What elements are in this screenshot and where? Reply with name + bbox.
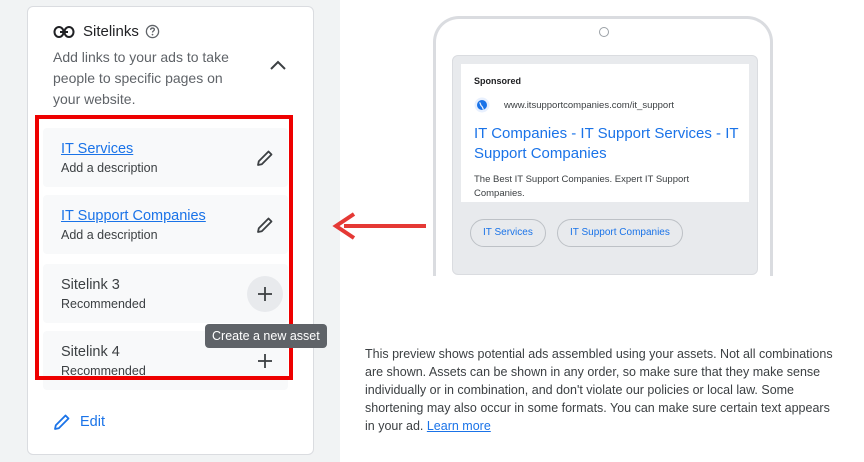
sitelink-title: Sitelink 3 bbox=[61, 277, 120, 293]
preview-disclaimer: This preview shows potential ads assembl… bbox=[365, 345, 835, 435]
ad-url: www.itsupportcompanies.com/it_support bbox=[504, 100, 675, 111]
help-icon[interactable] bbox=[145, 24, 160, 39]
sitelink-description: Add a description bbox=[61, 228, 158, 242]
sitelink-description: Add a description bbox=[61, 161, 158, 175]
plus-icon bbox=[258, 354, 272, 368]
left-column: Sitelinks Add links to your ads to take … bbox=[0, 0, 340, 462]
collapse-button[interactable] bbox=[264, 51, 292, 79]
pencil-icon bbox=[257, 150, 273, 166]
sitelinks-card: Sitelinks Add links to your ads to take … bbox=[27, 6, 314, 455]
sitelink-chip[interactable]: IT Support Companies bbox=[557, 219, 683, 247]
sponsored-label: Sponsored bbox=[474, 76, 522, 86]
edit-label: Edit bbox=[80, 414, 105, 430]
sitelink-chip[interactable]: IT Services bbox=[470, 219, 546, 247]
sitelink-title[interactable]: IT Support Companies bbox=[61, 208, 206, 224]
sitelink-title[interactable]: IT Services bbox=[61, 141, 133, 157]
edit-button[interactable]: Edit bbox=[52, 412, 105, 432]
header-title-row: Sitelinks bbox=[53, 23, 160, 40]
pencil-icon bbox=[54, 414, 70, 430]
sitelinks-subtitle: Add links to your ads to take people to … bbox=[53, 49, 229, 107]
link-icon bbox=[53, 25, 75, 38]
sitelink-description: Recommended bbox=[61, 297, 146, 311]
pencil-icon bbox=[257, 217, 273, 233]
chevron-up-icon bbox=[270, 60, 286, 70]
ad-description: The Best IT Support Companies. Expert IT… bbox=[474, 174, 690, 199]
globe-icon bbox=[474, 97, 490, 113]
sitelink-row: Sitelink 3 Recommended bbox=[43, 264, 288, 323]
ad-headline[interactable]: IT Companies - IT Support Services - IT … bbox=[474, 124, 746, 164]
ad-preview: Sponsored www.itsupportcompanies.com/it_… bbox=[452, 55, 758, 275]
learn-more-link[interactable]: Learn more bbox=[427, 419, 491, 433]
ad-body: Sponsored www.itsupportcompanies.com/it_… bbox=[461, 64, 749, 202]
plus-icon bbox=[258, 287, 272, 301]
phone-frame: Sponsored www.itsupportcompanies.com/it_… bbox=[433, 16, 773, 276]
edit-sitelink-button[interactable] bbox=[247, 140, 283, 176]
sitelink-row: IT Services Add a description bbox=[43, 128, 288, 187]
sitelinks-header: Sitelinks Add links to your ads to take … bbox=[28, 7, 313, 117]
tooltip: Create a new asset bbox=[205, 324, 327, 348]
sitelinks-title: Sitelinks bbox=[83, 23, 139, 40]
sitelink-description: Recommended bbox=[61, 364, 146, 378]
sitelink-row: IT Support Companies Add a description bbox=[43, 195, 288, 254]
phone-camera-icon bbox=[599, 27, 609, 37]
sitelink-title: Sitelink 4 bbox=[61, 344, 120, 360]
add-sitelink-button[interactable] bbox=[247, 343, 283, 379]
arrow-left-icon bbox=[332, 212, 426, 240]
edit-sitelink-button[interactable] bbox=[247, 207, 283, 243]
add-sitelink-button[interactable] bbox=[247, 276, 283, 312]
